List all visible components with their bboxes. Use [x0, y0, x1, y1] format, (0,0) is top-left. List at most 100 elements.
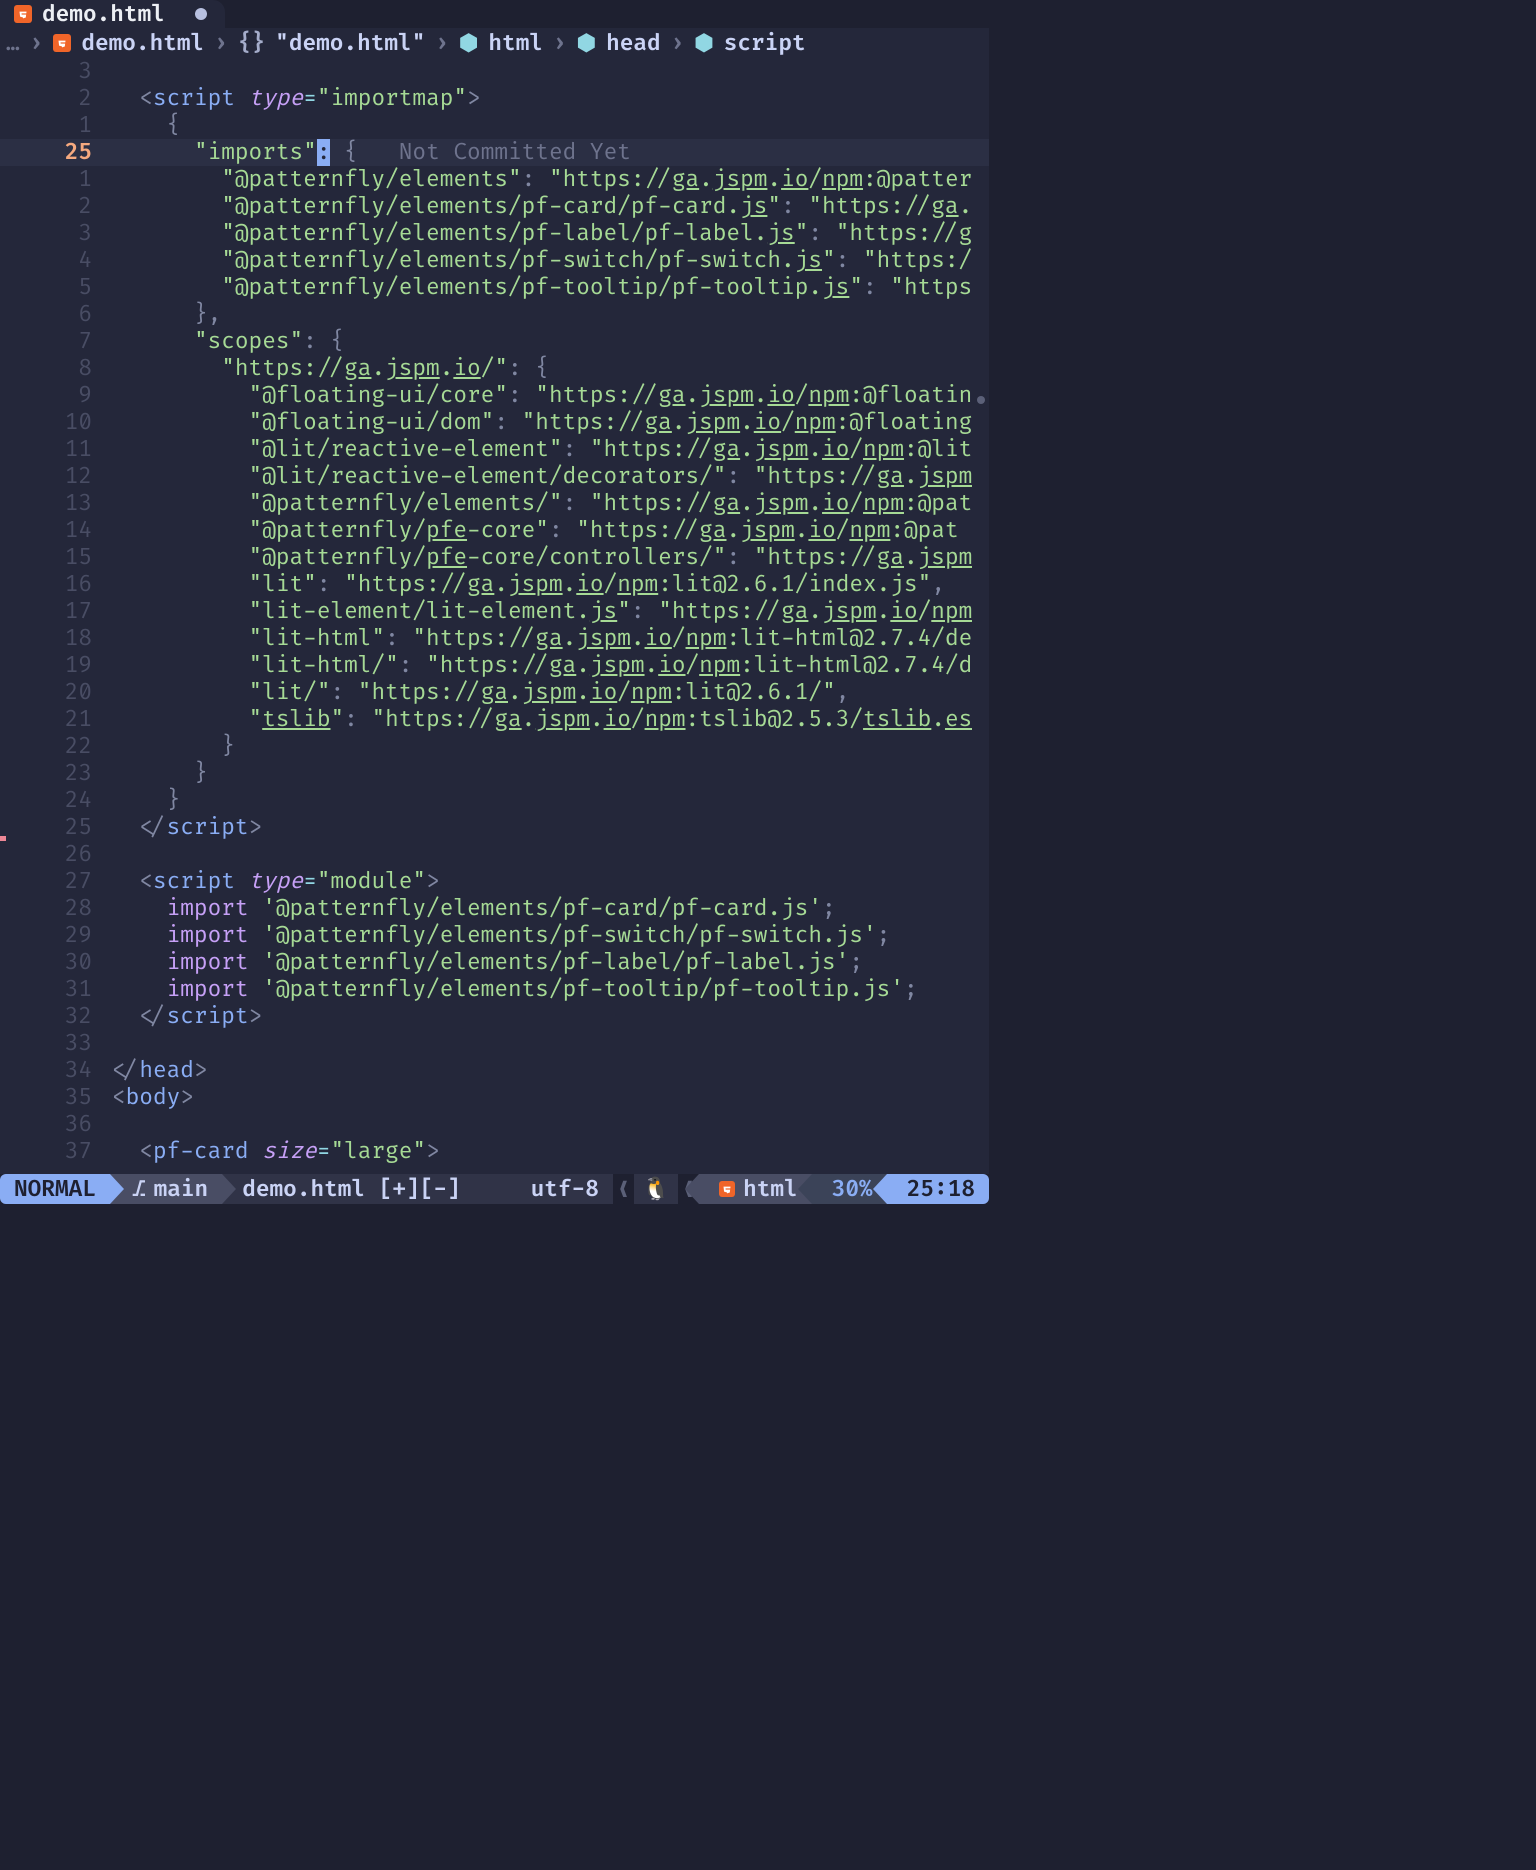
line-number: 33: [6, 1030, 104, 1057]
code-line: import '@patternfly/elements/pf-switch/p…: [104, 922, 890, 949]
line-number: 9: [6, 382, 104, 409]
code-line: </head>: [104, 1057, 208, 1084]
line-number: 29: [6, 922, 104, 949]
code-line: "lit": "https://ga.jspm.io/npm:lit@2.6.1…: [104, 571, 945, 598]
chevron-right-icon: ›: [214, 30, 228, 57]
line-number: 3: [6, 220, 104, 247]
line-number: 7: [6, 328, 104, 355]
breadcrumb-ellipsis[interactable]: …: [6, 30, 20, 57]
line-number: 3: [6, 58, 104, 85]
code-line: <script type="importmap">: [104, 85, 481, 112]
breadcrumb-symbol[interactable]: html: [488, 30, 543, 57]
code-line: "@patternfly/elements/pf-switch/pf-switc…: [104, 247, 972, 274]
line-number: 13: [6, 490, 104, 517]
line-number: 14: [6, 517, 104, 544]
dirty-indicator-icon: [195, 8, 207, 20]
code-line: "lit/": "https://ga.jspm.io/npm:lit@2.6.…: [104, 679, 849, 706]
cursor: :: [317, 139, 331, 166]
code-line: },: [104, 301, 221, 328]
breadcrumb-symbol[interactable]: script: [724, 30, 806, 57]
code-line: "@patternfly/pfe-core/controllers/": "ht…: [104, 544, 972, 571]
code-line: "@patternfly/elements/pf-label/pf-label.…: [104, 220, 972, 247]
line-number: 16: [6, 571, 104, 598]
encoding-segment[interactable]: utf-8: [517, 1174, 613, 1204]
file-name-segment: demo.html [+][-]: [222, 1174, 516, 1204]
code-line: "scopes": {: [104, 328, 344, 355]
code-line: "@patternfly/elements/": "https://ga.jsp…: [104, 490, 972, 517]
code-line: "tslib": "https://ga.jspm.io/npm:tslib@2…: [104, 706, 972, 733]
code-line: </script>: [104, 814, 262, 841]
breadcrumb-symbol[interactable]: "demo.html": [275, 30, 425, 57]
cube-icon: ⬢: [577, 30, 596, 57]
line-number: 27: [6, 868, 104, 895]
line-number: 11: [6, 436, 104, 463]
line-number: 12: [6, 463, 104, 490]
line-number: 25: [6, 814, 104, 841]
code-line: "lit-element/lit-element.js": "https://g…: [104, 598, 972, 625]
html5-icon: [719, 1181, 735, 1197]
line-number: 31: [6, 976, 104, 1003]
line-number: 37: [6, 1138, 104, 1165]
code-line: "@patternfly/pfe-core": "https://ga.jspm…: [104, 517, 959, 544]
code-line: import '@patternfly/elements/pf-card/pf-…: [104, 895, 836, 922]
code-line: import '@patternfly/elements/pf-tooltip/…: [104, 976, 918, 1003]
code-line: }: [104, 787, 180, 814]
code-line: }: [104, 733, 235, 760]
line-number: 4: [6, 247, 104, 274]
code-line: "@patternfly/elements": "https://ga.jspm…: [104, 166, 972, 193]
scroll-indicator-icon: [977, 396, 985, 404]
braces-icon: {}: [238, 30, 265, 57]
code-line: "https://ga.jspm.io/": {: [104, 355, 549, 382]
tab-label: demo.html: [42, 1, 165, 28]
line-number: 22: [6, 733, 104, 760]
code-line: "@lit/reactive-element/decorators/": "ht…: [104, 463, 972, 490]
code-line: }: [104, 760, 208, 787]
cube-icon: ⬢: [694, 30, 713, 57]
line-number: 19: [6, 652, 104, 679]
linux-icon: 🐧: [642, 1176, 670, 1203]
breadcrumb-file[interactable]: demo.html: [81, 30, 204, 57]
cursor-position-segment: 25:18: [887, 1174, 989, 1204]
code-line: "@patternfly/elements/pf-tooltip/pf-tool…: [104, 274, 972, 301]
code-line: "@floating-ui/core": "https://ga.jspm.io…: [104, 382, 972, 409]
code-line: "imports": { Not Committed Yet: [104, 139, 631, 166]
code-line: "lit-html/": "https://ga.jspm.io/npm:lit…: [104, 652, 972, 679]
chevron-right-icon: ›: [553, 30, 567, 57]
vim-mode-indicator: NORMAL: [0, 1174, 110, 1204]
filetype-segment[interactable]: html: [699, 1174, 812, 1204]
code-editor[interactable]: 3 2 <script type="importmap"> 1 { 25 "im…: [0, 58, 989, 1174]
line-number: 25: [6, 139, 104, 166]
cube-icon: ⬢: [459, 30, 478, 57]
chevron-right-icon: ›: [671, 30, 685, 57]
line-number: 17: [6, 598, 104, 625]
line-number: 2: [6, 85, 104, 112]
code-line: import '@patternfly/elements/pf-label/pf…: [104, 949, 863, 976]
code-line: <script type="module">: [104, 868, 440, 895]
code-line: "@lit/reactive-element": "https://ga.jsp…: [104, 436, 972, 463]
os-indicator: 🐧: [634, 1174, 678, 1204]
code-line: <body>: [104, 1084, 194, 1111]
line-number: 18: [6, 625, 104, 652]
line-number: 15: [6, 544, 104, 571]
git-branch-segment[interactable]: ⎇ main: [110, 1174, 222, 1204]
code-line: "@floating-ui/dom": "https://ga.jspm.io/…: [104, 409, 972, 436]
status-line: NORMAL ⎇ main demo.html [+][-] utf-8 ❮ 🐧…: [0, 1174, 989, 1204]
line-number: 30: [6, 949, 104, 976]
html5-icon: [14, 5, 32, 23]
line-number: 24: [6, 787, 104, 814]
code-line: {: [104, 112, 180, 139]
line-number: 32: [6, 1003, 104, 1030]
line-number: 23: [6, 760, 104, 787]
line-number: 1: [6, 166, 104, 193]
git-blame-text: Not Committed Yet: [399, 139, 631, 166]
line-number: 2: [6, 193, 104, 220]
tab-demo-html[interactable]: demo.html: [0, 0, 225, 28]
line-number: 1: [6, 112, 104, 139]
breadcrumb-symbol[interactable]: head: [606, 30, 661, 57]
chevron-right-icon: ›: [435, 30, 449, 57]
code-line: </script>: [104, 1003, 262, 1030]
line-number: 26: [6, 841, 104, 868]
code-line: "lit-html": "https://ga.jspm.io/npm:lit-…: [104, 625, 972, 652]
line-number: 21: [6, 706, 104, 733]
chevron-left-icon: ❮: [613, 1174, 634, 1204]
